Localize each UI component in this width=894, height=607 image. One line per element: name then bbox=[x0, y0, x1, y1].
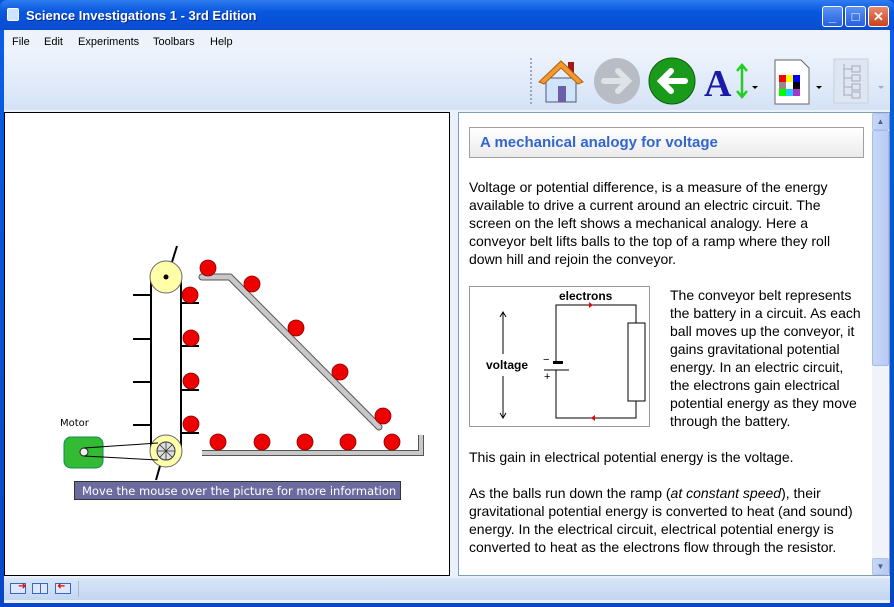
electrons-label: electrons bbox=[559, 289, 613, 303]
minimize-button[interactable]: _ bbox=[822, 6, 843, 27]
maximize-button[interactable]: □ bbox=[845, 6, 866, 27]
circuit-figure: electrons voltage − + bbox=[469, 286, 650, 427]
svg-text:A: A bbox=[704, 63, 732, 105]
title-bar: Science Investigations 1 - 3rd Edition _… bbox=[0, 0, 894, 30]
ball bbox=[209, 433, 227, 451]
paragraph: As the balls run down the ramp (at const… bbox=[469, 484, 864, 556]
tree-view-icon[interactable] bbox=[832, 56, 888, 106]
simulation-panel[interactable]: Motor Move the mouse over the picture fo… bbox=[4, 112, 450, 576]
emphasis: at constant speed bbox=[670, 485, 782, 501]
font-size-icon[interactable]: A bbox=[702, 56, 762, 106]
window-title: Science Investigations 1 - 3rd Edition bbox=[26, 8, 257, 23]
plus-sign: + bbox=[544, 371, 550, 383]
divider bbox=[78, 581, 79, 597]
resistor bbox=[627, 322, 646, 402]
ball bbox=[331, 363, 349, 381]
home-icon[interactable] bbox=[536, 56, 586, 106]
minus-sign: − bbox=[543, 354, 549, 366]
figure-paragraph: electrons voltage − + The conveyor belt … bbox=[469, 286, 864, 430]
menu-help[interactable]: Help bbox=[210, 36, 233, 48]
forward-arrow-icon[interactable] bbox=[592, 56, 642, 106]
app-icon bbox=[7, 8, 19, 21]
toolbar-grip[interactable] bbox=[530, 58, 532, 104]
article-panel: A mechanical analogy for voltage Voltage… bbox=[458, 112, 890, 576]
article-content: A mechanical analogy for voltage Voltage… bbox=[469, 127, 864, 573]
hover-hint: Move the mouse over the picture for more… bbox=[74, 481, 401, 500]
ball bbox=[287, 319, 305, 337]
ball bbox=[243, 275, 261, 293]
ball bbox=[182, 372, 200, 390]
ball bbox=[181, 286, 199, 304]
status-bar: ➜ ➜ bbox=[4, 578, 890, 600]
menu-bar: File Edit Experiments Toolbars Help bbox=[4, 30, 890, 52]
ball bbox=[296, 433, 314, 451]
back-arrow-icon[interactable] bbox=[647, 56, 697, 106]
color-palette-icon[interactable] bbox=[772, 56, 824, 106]
ball bbox=[383, 433, 401, 451]
article-heading: A mechanical analogy for voltage bbox=[469, 127, 864, 158]
text: As the balls run down the ramp ( bbox=[469, 485, 671, 501]
scroll-up-button[interactable]: ▲ bbox=[872, 113, 889, 130]
expand-right-pane-icon[interactable]: ➜ bbox=[55, 581, 71, 594]
menu-experiments[interactable]: Experiments bbox=[78, 36, 139, 48]
ball bbox=[182, 329, 200, 347]
expand-left-pane-icon[interactable]: ➜ bbox=[10, 581, 26, 594]
conveyor-diagram[interactable]: Motor bbox=[5, 113, 451, 577]
split-view-icon[interactable] bbox=[32, 583, 48, 594]
menu-toolbars[interactable]: Toolbars bbox=[153, 36, 195, 48]
menu-edit[interactable]: Edit bbox=[44, 36, 63, 48]
scroll-down-button[interactable]: ▼ bbox=[872, 558, 889, 575]
ball bbox=[253, 433, 271, 451]
ball bbox=[374, 407, 392, 425]
paragraph: This gain in electrical potential energy… bbox=[469, 449, 794, 465]
ball bbox=[199, 259, 217, 277]
vertical-scrollbar[interactable]: ▲ ▼ bbox=[872, 113, 889, 575]
paragraph: Voltage or potential difference, is a me… bbox=[469, 179, 831, 267]
menu-file[interactable]: File bbox=[12, 36, 30, 48]
motor-label: Motor bbox=[60, 418, 90, 429]
ball bbox=[182, 415, 200, 433]
scroll-thumb[interactable] bbox=[872, 130, 889, 366]
voltage-label: voltage bbox=[486, 358, 528, 372]
ball bbox=[339, 433, 357, 451]
app-window: Science Investigations 1 - 3rd Edition _… bbox=[0, 0, 894, 607]
paragraph: The conveyor belt represents the battery… bbox=[670, 287, 861, 429]
close-button[interactable]: ✕ bbox=[868, 6, 889, 27]
toolbar: A bbox=[4, 52, 890, 110]
